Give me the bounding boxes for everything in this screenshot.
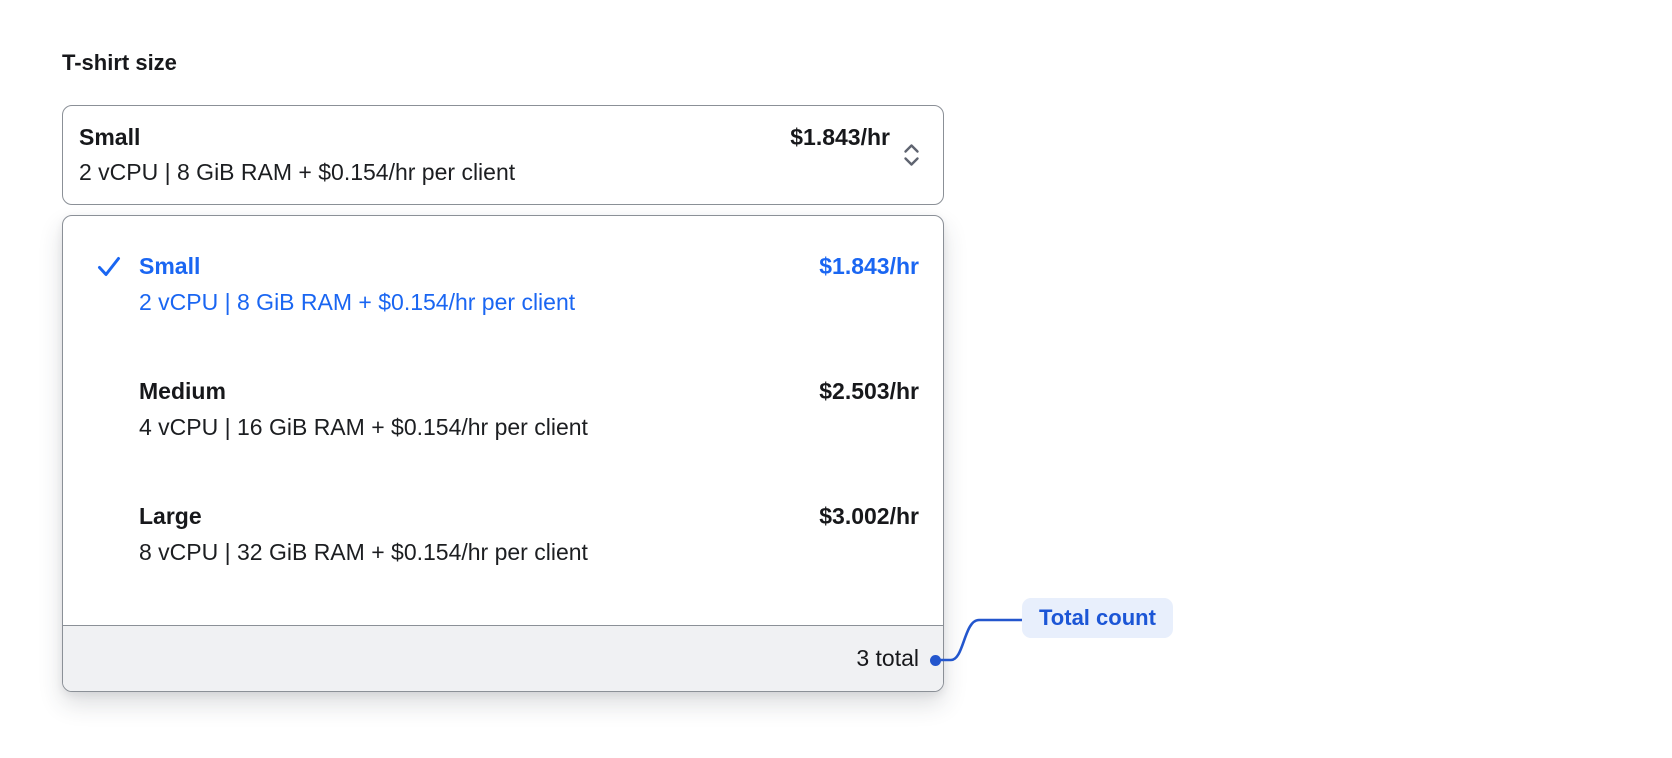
option-medium[interactable]: Medium $2.503/hr 4 vCPU | 16 GiB RAM + $… <box>63 376 943 443</box>
selected-option-subtitle: 2 vCPU | 8 GiB RAM + $0.154/hr per clien… <box>79 159 516 185</box>
option-small[interactable]: Small $1.843/hr 2 vCPU | 8 GiB RAM + $0.… <box>63 251 943 318</box>
option-large[interactable]: Large $3.002/hr 8 vCPU | 32 GiB RAM + $0… <box>63 501 943 568</box>
option-title: Large <box>139 503 202 529</box>
selected-option-price: $1.843/hr <box>790 124 890 150</box>
option-title: Medium <box>139 378 226 404</box>
option-list: Small $1.843/hr 2 vCPU | 8 GiB RAM + $0.… <box>63 216 943 568</box>
field-label: T-shirt size <box>62 50 177 75</box>
annotation-connector-line <box>933 608 1030 671</box>
dropdown-footer: 3 total <box>63 625 943 691</box>
option-subtitle: 8 vCPU | 32 GiB RAM + $0.154/hr per clie… <box>139 539 588 565</box>
annotation-label: Total count <box>1022 598 1173 638</box>
check-icon <box>63 251 139 318</box>
check-placeholder <box>63 376 139 443</box>
chevron-up-down-icon <box>902 142 921 168</box>
option-price: $3.002/hr <box>819 503 919 529</box>
option-title: Small <box>139 253 201 279</box>
size-select-dropdown: Small $1.843/hr 2 vCPU | 8 GiB RAM + $0.… <box>62 215 944 692</box>
check-placeholder <box>63 501 139 568</box>
selected-option-title: Small <box>79 124 141 150</box>
option-price: $2.503/hr <box>819 378 919 404</box>
total-count: 3 total <box>856 645 919 671</box>
option-subtitle: 4 vCPU | 16 GiB RAM + $0.154/hr per clie… <box>139 414 588 440</box>
option-price: $1.843/hr <box>819 253 919 279</box>
selected-option-display: Small $1.843/hr 2 vCPU | 8 GiB RAM + $0.… <box>79 122 890 188</box>
tshirt-size-select-widget: T-shirt size Small $1.843/hr 2 vCPU | 8 … <box>62 48 944 692</box>
option-subtitle: 2 vCPU | 8 GiB RAM + $0.154/hr per clien… <box>139 289 576 315</box>
size-select-trigger[interactable]: Small $1.843/hr 2 vCPU | 8 GiB RAM + $0.… <box>62 105 944 205</box>
